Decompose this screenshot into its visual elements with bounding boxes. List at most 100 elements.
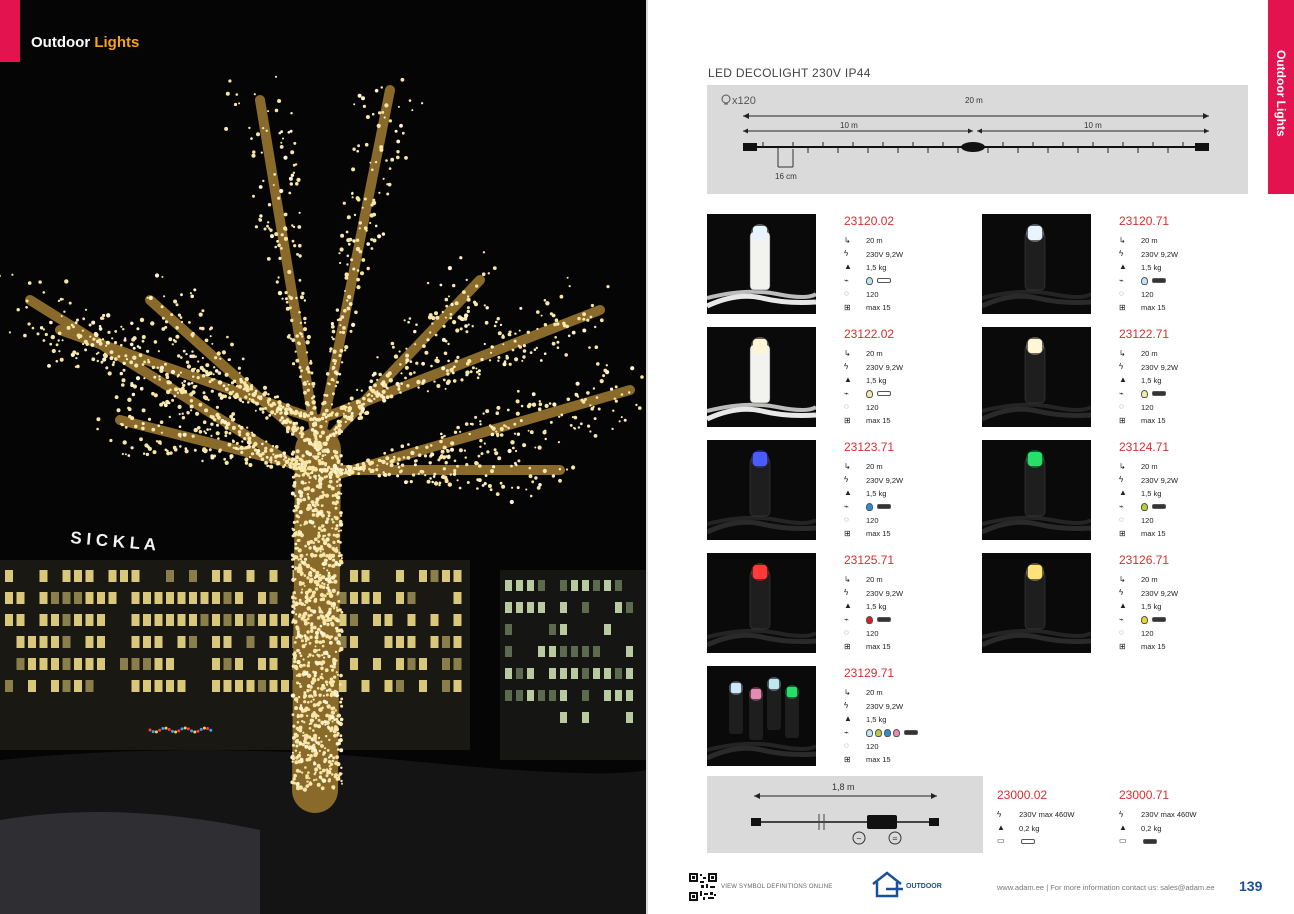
- contact-info: www.adam.ee | For more information conta…: [997, 883, 1215, 892]
- bulb-icon: [866, 502, 873, 511]
- spec-value: 120: [1141, 289, 1154, 299]
- power-icon: ϟ: [1119, 809, 1124, 819]
- bulb-icon: [1141, 615, 1148, 624]
- product-card: 23122.02 ↳ 20 m ϟ 230V 9,2W ▲ 1,5 kg ⌁ ◌ 120 ⊞ max …: [707, 327, 967, 427]
- spec-power: ϟ 230V 9,2W: [844, 360, 903, 373]
- spec-connect: ⊞ max 15: [844, 527, 903, 540]
- spec-power: ϟ 230V 9,2W: [844, 473, 903, 486]
- length-icon: ↳: [844, 461, 851, 471]
- qr-code-icon[interactable]: [688, 872, 718, 902]
- bulb-icon: [866, 728, 873, 737]
- bulb-icon: [893, 728, 900, 737]
- bulb-color-icon: ⌁: [844, 388, 849, 398]
- cable-color-icon: [877, 391, 891, 397]
- connect-icon: ⊞: [1119, 641, 1126, 651]
- spec-cable: ▭: [997, 835, 1074, 848]
- spec-value: max 15: [1141, 529, 1166, 539]
- product-code: 23120.71: [1119, 214, 1170, 228]
- spec-bulb-color: ⌁: [844, 726, 918, 739]
- spec-value: 230V 9,2W: [866, 475, 904, 485]
- spec-value: 1,5 kg: [866, 375, 887, 385]
- spec-list: ↳ 20 m ϟ 230V 9,2W ▲ 1,5 kg ⌁ ◌ 120 ⊞ max 15: [844, 686, 918, 766]
- spec-value: 120: [866, 289, 879, 299]
- bulb-icon: ◌: [1119, 289, 1124, 299]
- bulb-color-swatches: [1141, 502, 1166, 511]
- spec-bulb: ◌ 120: [844, 627, 903, 640]
- spec-power: ϟ 230V 9,2W: [1119, 586, 1178, 599]
- spec-value: 20 m: [866, 575, 883, 585]
- spec-power: ϟ 230V 9,2W: [844, 586, 903, 599]
- cable-color-icon: [877, 504, 891, 510]
- spec-power: ϟ 230V 9,2W: [844, 247, 903, 260]
- product-image: [707, 666, 816, 766]
- spec-length: ↳ 20 m: [1119, 573, 1178, 586]
- weight-icon: ▲: [1119, 262, 1127, 272]
- spec-length: ↳ 20 m: [844, 347, 903, 360]
- bulb-color-icon: ⌁: [844, 614, 849, 624]
- product-card: 23123.71 ↳ 20 m ϟ 230V 9,2W ▲ 1,5 kg ⌁ ◌ 120 ⊞ max …: [707, 440, 967, 540]
- spec-length: ↳ 20 m: [844, 573, 903, 586]
- spec-value: 1,5 kg: [866, 488, 887, 498]
- bulb-color-swatches: [866, 728, 918, 737]
- right-length-label: 10 m: [1084, 121, 1102, 130]
- spec-value: 120: [1141, 402, 1154, 412]
- spec-power: ϟ 230V 9,2W: [1119, 247, 1178, 260]
- spec-value: 120: [866, 515, 879, 525]
- cable-color-icon: [877, 278, 891, 284]
- spec-weight: ▲ 1,5 kg: [844, 713, 918, 726]
- power-icon: ϟ: [844, 249, 849, 259]
- spec-bulb-color: ⌁: [844, 387, 903, 400]
- right-page: Outdoor Lights LED DECOLIGHT 230V IP44 x…: [648, 0, 1294, 914]
- spec-value: 230V max 460W: [1141, 810, 1197, 820]
- spec-bulb: ◌ 120: [1119, 514, 1178, 527]
- spec-bulb-color: ⌁: [844, 613, 903, 626]
- length-icon: ↳: [1119, 348, 1126, 358]
- spec-weight: ▲ 1,5 kg: [844, 600, 903, 613]
- spec-weight: ▲ 0,2 kg: [1119, 821, 1196, 834]
- spec-weight: ▲ 1,5 kg: [844, 261, 903, 274]
- section-tag: [0, 0, 20, 62]
- weight-icon: ▲: [997, 823, 1005, 833]
- bulb-color-icon: ⌁: [844, 275, 849, 285]
- product-code: 23125.71: [844, 553, 895, 567]
- power-icon: ϟ: [1119, 362, 1124, 372]
- power-icon: ϟ: [844, 588, 849, 598]
- spec-value: 1,5 kg: [1141, 375, 1162, 385]
- connect-icon: ⊞: [844, 415, 851, 425]
- spec-power: ϟ 230V max 460W: [997, 808, 1074, 821]
- bulb-icon: [866, 276, 873, 285]
- spec-bulb-color: ⌁: [844, 500, 903, 513]
- spec-list: ↳ 20 m ϟ 230V 9,2W ▲ 1,5 kg ⌁ ◌ 120 ⊞ max 15: [844, 460, 903, 540]
- spec-weight: ▲ 1,5 kg: [1119, 261, 1178, 274]
- spec-value: max 15: [866, 755, 891, 765]
- spec-bulb: ◌ 120: [1119, 401, 1178, 414]
- connect-icon: ⊞: [844, 302, 851, 312]
- symbol-definitions-link[interactable]: VIEW SYMBOL DEFINITIONS ONLINE: [721, 884, 832, 890]
- weight-icon: ▲: [844, 488, 852, 498]
- product-card: 23120.02 ↳ 20 m ϟ 230V 9,2W ▲ 1,5 kg ⌁ ◌ 120 ⊞ max …: [707, 214, 967, 314]
- spec-weight: ▲ 1,5 kg: [1119, 600, 1178, 613]
- bulb-icon: [884, 728, 891, 737]
- left-length-label: 10 m: [840, 121, 858, 130]
- spec-value: 1,5 kg: [866, 714, 887, 724]
- spec-value: 0,2 kg: [1141, 823, 1162, 833]
- spec-bulb-color: ⌁: [1119, 500, 1178, 513]
- cable-color-icon: [1152, 504, 1166, 510]
- bulb-color-swatches: [1141, 389, 1166, 398]
- spec-list: ϟ 230V max 460W ▲ 0,2 kg ▭: [1119, 808, 1196, 848]
- spec-value: 120: [866, 628, 879, 638]
- bulb-color-icon: ⌁: [844, 501, 849, 511]
- spec-value: 120: [866, 741, 879, 751]
- length-icon: ↳: [844, 235, 851, 245]
- spec-bulb-color: ⌁: [844, 274, 903, 287]
- spec-value: max 15: [1141, 416, 1166, 426]
- spec-value: max 15: [866, 529, 891, 539]
- product-card: 23122.71 ↳ 20 m ϟ 230V 9,2W ▲ 1,5 kg ⌁ ◌ 120 ⊞ max …: [982, 327, 1242, 427]
- bulb-icon: [1141, 389, 1148, 398]
- power-icon: ϟ: [997, 809, 1002, 819]
- spec-connect: ⊞ max 15: [1119, 527, 1178, 540]
- product-code: 23124.71: [1119, 440, 1170, 454]
- connect-icon: ⊞: [1119, 415, 1126, 425]
- spec-value: 20 m: [1141, 236, 1158, 246]
- spec-length: ↳ 20 m: [1119, 234, 1178, 247]
